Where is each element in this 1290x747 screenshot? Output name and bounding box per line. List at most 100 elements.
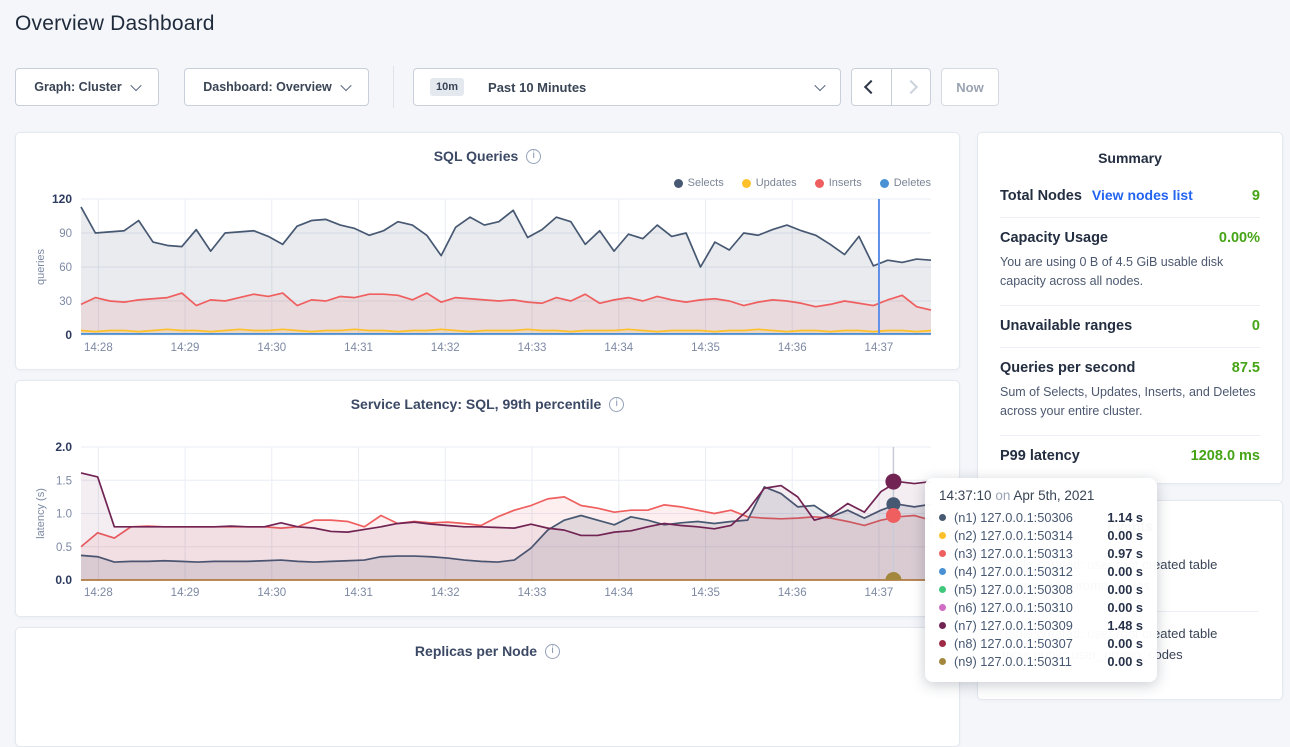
svg-text:0.0: 0.0 [55,573,72,587]
svg-text:14:30: 14:30 [257,587,286,599]
view-nodes-list-link[interactable]: View nodes list [1092,187,1193,203]
time-step-buttons [851,68,931,106]
tooltip-node-row: (n7) 127.0.0.1:50309 1.48 s [939,616,1143,634]
now-button[interactable]: Now [941,68,999,106]
svg-text:queries: queries [35,248,47,285]
node-latency-value: 1.14 s [1107,510,1143,525]
page-title: Overview Dashboard [15,12,215,36]
summary-row-description: Sum of Selects, Updates, Inserts, and De… [1000,383,1260,422]
node-latency-value: 0.97 s [1107,546,1143,561]
svg-text:1.5: 1.5 [56,475,72,487]
node-address: (n2) 127.0.0.1:50314 [954,528,1099,543]
svg-text:14:28: 14:28 [84,587,113,599]
svg-text:14:33: 14:33 [518,587,547,599]
node-color-dot [939,568,946,575]
svg-text:2.0: 2.0 [55,440,72,454]
node-latency-value: 0.00 s [1107,600,1143,615]
summary-row-label: Unavailable ranges [1000,318,1132,334]
svg-text:14:32: 14:32 [431,342,460,354]
tooltip-node-row: (n2) 127.0.0.1:50314 0.00 s [939,526,1143,544]
svg-text:14:30: 14:30 [257,342,286,354]
chevron-down-icon [130,80,141,91]
node-color-dot [939,604,946,611]
svg-text:14:37: 14:37 [865,587,894,599]
latency-chart[interactable]: 14:2814:2914:3014:3114:3214:3314:3414:35… [16,381,961,616]
node-latency-value: 0.00 s [1107,528,1143,543]
summary-row-label: Total Nodes [1000,188,1082,204]
chart-header: Replicas per Node i [16,643,959,659]
tooltip-conjunction: on [995,488,1010,503]
svg-text:30: 30 [59,296,72,308]
summary-row-unavailable-ranges: Unavailable ranges 0 [1000,305,1260,347]
sql-queries-chart[interactable]: 14:28 14:29 14:30 14:31 14:32 14:33 14:34 14:35… [16,133,961,369]
summary-row-value: 0 [1252,318,1260,334]
svg-text:14:35: 14:35 [691,342,720,354]
node-color-dot [939,514,946,521]
node-latency-value: 0.00 s [1107,636,1143,651]
svg-text:1.0: 1.0 [56,509,72,521]
node-address: (n4) 127.0.0.1:50312 [954,564,1099,579]
node-latency-value: 0.00 s [1107,654,1143,669]
svg-text:14:32: 14:32 [431,587,460,599]
overview-dashboard-page: Overview Dashboard Graph: Cluster Dashbo… [0,0,1290,689]
summary-row-value: 0.00% [1219,230,1260,246]
summary-panel: Summary Total Nodes View nodes list 9 Ca… [977,132,1283,484]
tooltip-node-row: (n5) 127.0.0.1:50308 0.00 s [939,580,1143,598]
chevron-right-icon [904,80,918,94]
svg-text:60: 60 [59,262,72,274]
service-latency-chart-card: Service Latency: SQL, 99th percentile i … [15,380,960,617]
svg-text:14:29: 14:29 [171,342,200,354]
node-color-dot [939,586,946,593]
chevron-down-icon [340,80,351,91]
svg-text:0: 0 [65,328,72,342]
summary-row-label: Queries per second [1000,360,1135,376]
dashboard-label: Dashboard: Overview [203,80,332,94]
node-address: (n1) 127.0.0.1:50306 [954,510,1099,525]
node-latency-value: 1.48 s [1107,618,1143,633]
tooltip-node-row: (n3) 127.0.0.1:50313 0.97 s [939,544,1143,562]
node-color-dot [939,658,946,665]
summary-row-value: 9 [1252,188,1260,204]
svg-text:14:31: 14:31 [344,587,373,599]
svg-text:14:34: 14:34 [604,342,633,354]
time-range-dropdown[interactable]: 10m Past 10 Minutes [413,68,841,106]
node-address: (n7) 127.0.0.1:50309 [954,618,1099,633]
dashboard-dropdown[interactable]: Dashboard: Overview [184,68,369,106]
node-latency-value: 0.00 s [1107,564,1143,579]
svg-text:14:36: 14:36 [778,587,807,599]
step-forward-button[interactable] [892,69,931,105]
step-back-button[interactable] [852,69,892,105]
chevron-down-icon [814,80,825,91]
summary-row-label: Capacity Usage [1000,230,1108,246]
chart-hover-tooltip: 14:37:10 on Apr 5th, 2021 (n1) 127.0.0.1… [925,478,1157,682]
tooltip-node-list: (n1) 127.0.0.1:50306 1.14 s (n2) 127.0.0… [939,508,1143,670]
tooltip-node-row: (n1) 127.0.0.1:50306 1.14 s [939,508,1143,526]
chart-title: Replicas per Node [415,643,537,659]
summary-row-value: 1208.0 ms [1191,448,1260,464]
node-color-dot [939,532,946,539]
graph-scope-dropdown[interactable]: Graph: Cluster [15,68,159,106]
svg-text:120: 120 [52,192,72,206]
tooltip-date: Apr 5th, 2021 [1013,488,1094,503]
sql-queries-chart-card: SQL Queries i Selects Updates Inserts De… [15,132,960,370]
summary-row-capacity-usage: Capacity Usage 0.00% You are using 0 B o… [1000,217,1260,305]
node-address: (n8) 127.0.0.1:50307 [954,636,1099,651]
tooltip-node-row: (n4) 127.0.0.1:50312 0.00 s [939,562,1143,580]
svg-text:14:34: 14:34 [604,587,633,599]
svg-text:14:33: 14:33 [518,342,547,354]
summary-row-p99-latency: P99 latency 1208.0 ms [1000,435,1260,477]
node-latency-value: 0.00 s [1107,582,1143,597]
svg-text:14:28: 14:28 [84,342,113,354]
toolbar-divider [393,66,394,108]
replicas-chart-card: Replicas per Node i [15,627,960,747]
node-address: (n3) 127.0.0.1:50313 [954,546,1099,561]
chevron-left-icon [864,80,878,94]
info-icon[interactable]: i [545,644,560,659]
svg-text:14:31: 14:31 [344,342,373,354]
node-address: (n6) 127.0.0.1:50310 [954,600,1099,615]
summary-row-label: P99 latency [1000,448,1080,464]
tooltip-node-row: (n8) 127.0.0.1:50307 0.00 s [939,634,1143,652]
tooltip-node-row: (n6) 127.0.0.1:50310 0.00 s [939,598,1143,616]
svg-text:0.5: 0.5 [56,542,72,554]
summary-row-total-nodes: Total Nodes View nodes list 9 [1000,175,1260,217]
